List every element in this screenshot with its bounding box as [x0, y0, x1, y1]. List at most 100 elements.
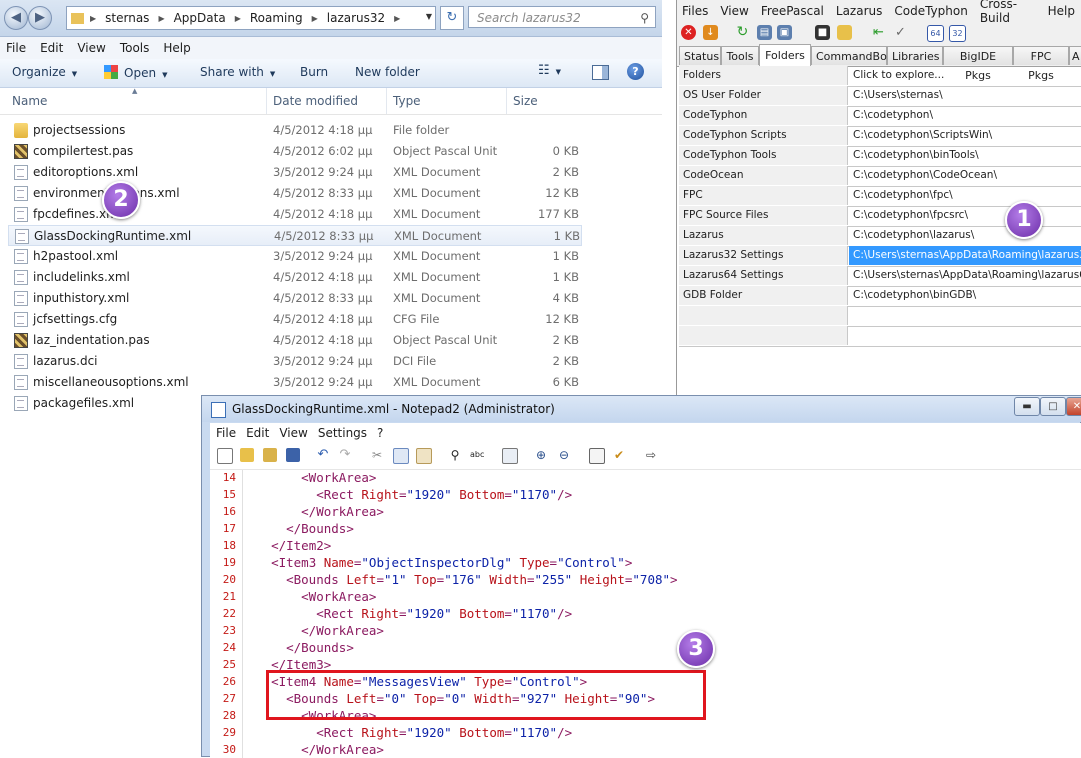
menu-edit[interactable]: Edit — [40, 41, 63, 55]
folder-path[interactable]: C:\codetyphon\binTools\ — [849, 146, 1081, 165]
menu-help[interactable]: Help — [1048, 4, 1075, 18]
tab-folders[interactable]: Folders — [759, 44, 811, 66]
tab-fpc-pkgs[interactable]: FPC Pkgs — [1013, 46, 1069, 82]
menu-view[interactable]: View — [279, 426, 307, 440]
folder-row[interactable]: Lazarus64 Settings C:\Users\sternas\AppDa… — [679, 266, 1081, 287]
find-icon[interactable]: ⚲ — [448, 448, 462, 462]
folder-path[interactable]: C:\Users\sternas\AppData\Roaming\lazarus… — [849, 266, 1081, 285]
forward-button[interactable]: ▶ — [28, 6, 52, 30]
save-icon[interactable] — [286, 448, 300, 462]
column-size[interactable]: Size — [513, 94, 538, 108]
folder-row[interactable] — [679, 326, 1081, 347]
burn-button[interactable]: Burn — [300, 65, 328, 79]
menu-file[interactable]: File — [6, 41, 26, 55]
new-folder-button[interactable]: New folder — [355, 65, 420, 79]
folder-path[interactable]: C:\codetyphon\binGDB\ — [849, 286, 1081, 305]
file-row[interactable]: GlassDockingRuntime.xml 4/5/2012 8:33 μμ X… — [8, 225, 582, 246]
menu-tools[interactable]: Tools — [120, 41, 150, 55]
brush-icon[interactable]: ✓ — [893, 25, 908, 40]
refresh-icon[interactable]: ↻ — [735, 25, 750, 40]
tab-bigide-pkgs[interactable]: BigIDE Pkgs — [943, 46, 1013, 82]
refresh-button[interactable]: ↻ — [440, 6, 464, 30]
folder-path[interactable] — [849, 326, 1081, 345]
menu-about[interactable]: ? — [377, 426, 383, 440]
import-icon[interactable]: ⇤ — [871, 25, 886, 40]
folder-path[interactable]: C:\Users\sternas\AppData\Roaming\lazarus… — [849, 246, 1081, 265]
folder-path[interactable]: Click to explore... — [849, 66, 1081, 85]
paste-icon[interactable] — [416, 448, 432, 464]
customize-icon[interactable]: ✔ — [612, 448, 626, 462]
chevron-down-icon[interactable]: ▼ — [422, 6, 436, 28]
zoom-out-icon[interactable]: ⊖ — [557, 448, 571, 462]
breadcrumb-item[interactable]: AppData — [174, 11, 226, 25]
open-file-icon[interactable] — [240, 448, 254, 462]
folder-row[interactable]: Folders Click to explore... — [679, 66, 1081, 87]
file-row[interactable]: laz_indentation.pas 4/5/2012 4:18 μμ Objec… — [8, 330, 582, 351]
file-row[interactable]: jcfsettings.cfg 4/5/2012 4:18 μμ CFG File 1… — [8, 309, 582, 330]
folder-path[interactable]: C:\Users\sternas\ — [849, 86, 1081, 105]
tab-status[interactable]: Status — [679, 46, 721, 65]
folder-row[interactable]: CodeOcean C:\codetyphon\CodeOcean\ — [679, 166, 1081, 187]
download-icon[interactable]: ↓ — [703, 25, 718, 40]
exit-icon[interactable]: ⇨ — [644, 448, 658, 462]
stop-icon[interactable]: ✕ — [681, 25, 696, 40]
preview-pane-icon[interactable] — [592, 65, 609, 80]
menu-view[interactable]: View — [77, 41, 105, 55]
zoom-in-icon[interactable]: ⊕ — [534, 448, 548, 462]
column-divider[interactable] — [266, 88, 267, 114]
file-row[interactable]: compilertest.pas 4/5/2012 6:02 μμ Object P… — [8, 141, 582, 162]
menu-lazarus[interactable]: Lazarus — [836, 4, 882, 18]
open-button[interactable]: Open ▼ — [104, 65, 167, 80]
file-row[interactable]: miscellaneousoptions.xml 3/5/2012 9:24 μμ… — [8, 372, 582, 393]
tab-tools[interactable]: Tools — [721, 46, 759, 65]
file-row[interactable]: h2pastool.xml 3/5/2012 9:24 μμ XML Documen… — [8, 246, 582, 267]
file-row[interactable]: inputhistory.xml 4/5/2012 8:33 μμ XML Docu… — [8, 288, 582, 309]
folder-row[interactable]: CodeTyphon Scripts C:\codetyphon\ScriptsW… — [679, 126, 1081, 147]
undo-icon[interactable]: ↶ — [316, 448, 330, 462]
view-options-icon[interactable]: ☷ ▼ — [538, 63, 561, 78]
search-icon[interactable]: ⚲ — [640, 7, 649, 29]
menu-freepascal[interactable]: FreePascal — [761, 4, 824, 18]
folder-row[interactable]: GDB Folder C:\codetyphon\binGDB\ — [679, 286, 1081, 307]
column-divider[interactable] — [506, 88, 507, 114]
back-button[interactable]: ◀ — [4, 6, 28, 30]
minimize-button[interactable]: ▬ — [1014, 397, 1040, 416]
folder-path[interactable]: C:\codetyphon\ — [849, 106, 1081, 125]
file-row[interactable]: lazarus.dci 3/5/2012 9:24 μμ DCI File 2 KB — [8, 351, 582, 372]
file-row[interactable]: environmentoptions.xml4/5/2012 8:33 μμXM… — [8, 183, 582, 204]
folder-path[interactable]: C:\codetyphon\lazarus\ — [849, 226, 1081, 245]
replace-icon[interactable]: abc — [470, 448, 484, 462]
scheme-icon[interactable] — [589, 448, 605, 464]
address-box[interactable]: ▶ sternas ▶ AppData ▶ Roaming ▶ lazarus3… — [66, 6, 436, 30]
file-row[interactable]: includelinks.xml 4/5/2012 4:18 μμ XML Docu… — [8, 267, 582, 288]
menu-view[interactable]: View — [720, 4, 748, 18]
close-button[interactable]: ✕ — [1066, 397, 1081, 416]
column-type[interactable]: Type — [393, 94, 421, 108]
organize-button[interactable]: Organize ▼ — [12, 65, 77, 79]
menu-help[interactable]: Help — [163, 41, 190, 55]
folder-row[interactable]: OS User Folder C:\Users\sternas\ — [679, 86, 1081, 107]
redo-icon[interactable]: ↷ — [338, 448, 352, 462]
folder-path[interactable]: C:\codetyphon\CodeOcean\ — [849, 166, 1081, 185]
copy-icon[interactable] — [393, 448, 409, 464]
column-divider[interactable] — [386, 88, 387, 114]
breadcrumb-item[interactable]: sternas — [105, 11, 149, 25]
menu-settings[interactable]: Settings — [318, 426, 367, 440]
browse-icon[interactable] — [263, 448, 277, 462]
tab-overflow[interactable]: A — [1069, 46, 1081, 65]
new-file-icon[interactable] — [217, 448, 233, 464]
tab-commandbox[interactable]: CommandBox — [811, 46, 893, 65]
folder-row[interactable]: Lazarus32 Settings C:\Users\sternas\AppDa… — [679, 246, 1081, 267]
windows-icon[interactable]: ▣ — [777, 25, 792, 40]
build-64-icon[interactable]: 64 — [927, 25, 944, 42]
folder-row[interactable]: CodeTyphon C:\codetyphon\ — [679, 106, 1081, 127]
folder-icon[interactable] — [837, 25, 852, 40]
folder-path[interactable]: C:\codetyphon\ScriptsWin\ — [849, 126, 1081, 145]
folder-row[interactable] — [679, 306, 1081, 327]
tab-libraries[interactable]: Libraries — [887, 46, 943, 65]
breadcrumb-item[interactable]: lazarus32 — [327, 11, 385, 25]
build-32-icon[interactable]: 32 — [949, 25, 966, 42]
folder-path[interactable] — [849, 306, 1081, 325]
menu-codetyphon[interactable]: CodeTyphon — [894, 4, 967, 18]
window-icon[interactable]: ▤ — [757, 25, 772, 40]
